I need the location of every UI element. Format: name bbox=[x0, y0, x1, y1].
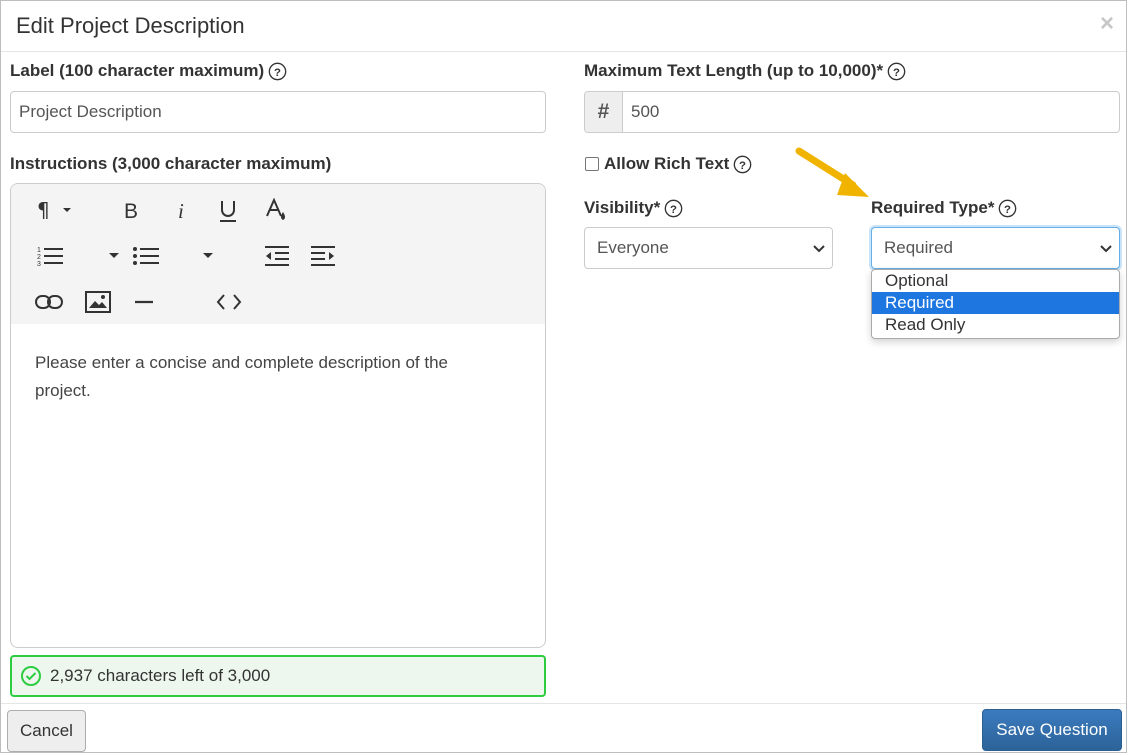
link-icon[interactable] bbox=[35, 290, 63, 314]
required-type-label: Required Type* ? bbox=[871, 198, 1017, 218]
max-length-label-text: Maximum Text Length (up to 10,000)* bbox=[584, 61, 884, 80]
option-optional[interactable]: Optional bbox=[872, 270, 1119, 292]
label-input-value: Project Description bbox=[19, 102, 162, 121]
cancel-button[interactable]: Cancel bbox=[7, 710, 86, 752]
character-counter-text: 2,937 characters left of 3,000 bbox=[50, 666, 271, 685]
chevron-down-icon bbox=[813, 245, 825, 253]
svg-text:3: 3 bbox=[37, 261, 41, 267]
italic-icon[interactable]: i bbox=[173, 198, 191, 222]
help-icon[interactable]: ? bbox=[733, 155, 752, 174]
max-length-input-group: # 500 bbox=[584, 91, 1120, 133]
code-view-icon[interactable] bbox=[215, 290, 243, 314]
help-icon[interactable]: ? bbox=[998, 199, 1017, 218]
visibility-select[interactable]: Everyone bbox=[584, 227, 833, 269]
instructions-editor-content[interactable]: Please enter a concise and complete desc… bbox=[35, 349, 505, 405]
required-type-options: Optional Required Read Only bbox=[871, 269, 1120, 339]
chevron-down-icon[interactable] bbox=[201, 248, 215, 262]
svg-text:?: ? bbox=[893, 66, 900, 78]
allow-rich-text-checkbox[interactable] bbox=[585, 157, 599, 171]
edit-question-dialog: Edit Project Description × Label (100 ch… bbox=[0, 0, 1127, 753]
svg-text:¶: ¶ bbox=[37, 199, 50, 221]
unordered-list-icon[interactable] bbox=[131, 244, 161, 268]
allow-rich-text-label: Allow Rich Text ? bbox=[604, 154, 752, 174]
editor-toolbar: ¶ B i 123 bbox=[11, 184, 545, 324]
ordered-list-icon[interactable]: 123 bbox=[35, 244, 65, 268]
svg-text:?: ? bbox=[274, 66, 281, 78]
max-length-label: Maximum Text Length (up to 10,000)* ? bbox=[584, 61, 906, 81]
image-icon[interactable] bbox=[85, 290, 111, 314]
text-color-icon[interactable] bbox=[265, 198, 289, 224]
svg-text:1: 1 bbox=[37, 247, 41, 254]
label-input[interactable]: Project Description bbox=[10, 91, 546, 133]
check-circle-icon bbox=[21, 666, 41, 686]
max-length-input[interactable]: 500 bbox=[623, 92, 1119, 132]
close-icon[interactable]: × bbox=[1100, 11, 1114, 37]
help-icon[interactable]: ? bbox=[268, 62, 287, 81]
dialog-title: Edit Project Description bbox=[16, 13, 245, 38]
svg-text:?: ? bbox=[1004, 203, 1011, 215]
required-type-label-text: Required Type* bbox=[871, 198, 995, 217]
svg-text:i: i bbox=[178, 199, 184, 221]
hash-icon: # bbox=[585, 92, 623, 132]
allow-rich-text-label-text: Allow Rich Text bbox=[604, 154, 730, 173]
annotation-arrow-icon bbox=[795, 147, 869, 197]
svg-text:B: B bbox=[124, 200, 138, 221]
label-field-label: Label (100 character maximum) ? bbox=[10, 61, 287, 81]
svg-text:2: 2 bbox=[37, 254, 41, 261]
instructions-label: Instructions (3,000 character maximum) bbox=[10, 154, 331, 174]
visibility-select-value: Everyone bbox=[597, 238, 669, 257]
svg-text:?: ? bbox=[670, 203, 677, 215]
option-read-only[interactable]: Read Only bbox=[872, 314, 1119, 336]
rich-text-editor: ¶ B i 123 Please enter a concise and com… bbox=[10, 183, 546, 648]
bold-icon[interactable]: B bbox=[121, 198, 143, 222]
instructions-label-text: Instructions (3,000 character maximum) bbox=[10, 154, 332, 173]
option-required[interactable]: Required bbox=[872, 292, 1119, 314]
dialog-header: Edit Project Description × bbox=[1, 1, 1126, 52]
visibility-label: Visibility* ? bbox=[584, 198, 683, 218]
required-type-select[interactable]: Required bbox=[871, 227, 1120, 269]
label-field-label-text: Label (100 character maximum) bbox=[10, 61, 265, 80]
visibility-label-text: Visibility* bbox=[584, 198, 661, 217]
underline-icon[interactable] bbox=[216, 198, 240, 224]
help-icon[interactable]: ? bbox=[887, 62, 906, 81]
chevron-down-icon[interactable] bbox=[107, 248, 121, 262]
svg-text:?: ? bbox=[739, 159, 746, 171]
save-question-button[interactable]: Save Question bbox=[982, 709, 1122, 751]
paragraph-icon[interactable]: ¶ bbox=[35, 198, 75, 222]
dialog-footer: Cancel Save Question bbox=[1, 703, 1126, 753]
help-icon[interactable]: ? bbox=[664, 199, 683, 218]
character-counter: 2,937 characters left of 3,000 bbox=[10, 655, 546, 697]
indent-icon[interactable] bbox=[309, 244, 337, 268]
chevron-down-icon bbox=[1100, 245, 1112, 253]
outdent-icon[interactable] bbox=[263, 244, 291, 268]
horizontal-rule-icon[interactable] bbox=[133, 290, 155, 314]
required-type-select-value: Required bbox=[884, 238, 953, 257]
